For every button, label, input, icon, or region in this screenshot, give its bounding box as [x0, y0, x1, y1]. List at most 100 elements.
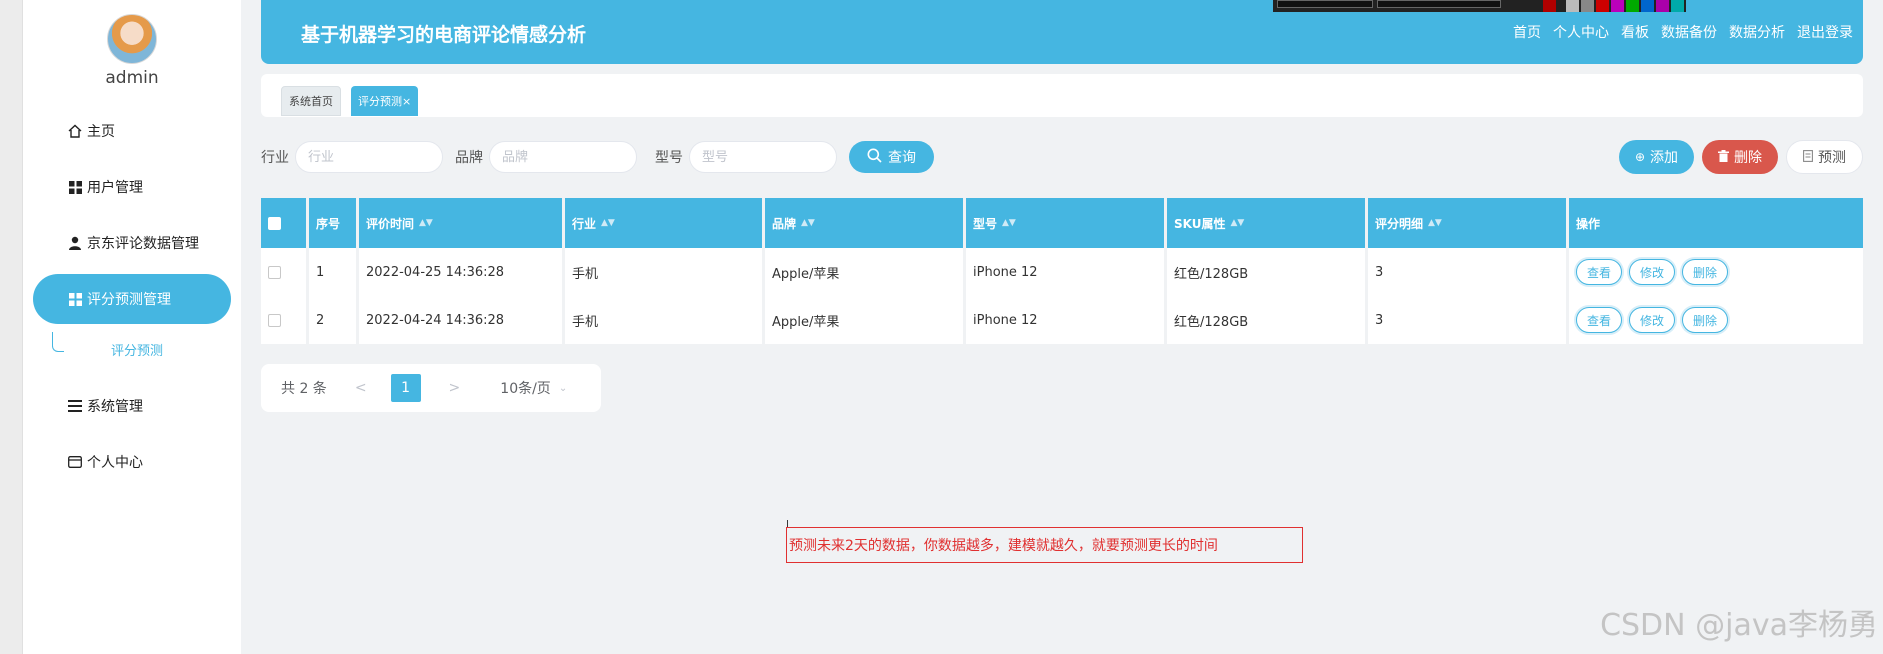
model-input[interactable] — [689, 141, 837, 173]
row-checkbox[interactable] — [268, 313, 281, 327]
watermark: CSDN @java李杨勇 — [1600, 608, 1878, 643]
header-cell[interactable]: 型号 ▲▼ — [966, 198, 1167, 248]
color-swatch[interactable] — [1656, 0, 1669, 12]
sort-icon[interactable]: ▲▼ — [419, 218, 433, 228]
color-swatch[interactable] — [1641, 0, 1654, 12]
header-link-analysis[interactable]: 数据分析 — [1729, 22, 1785, 42]
sort-icon[interactable]: ▲▼ — [1002, 218, 1016, 228]
header-link-logout[interactable]: 退出登录 — [1797, 22, 1853, 42]
sidebar-item-jd-comments[interactable]: 京东评论数据管理 — [33, 218, 231, 268]
edit-button[interactable]: 修改 — [1629, 307, 1676, 333]
header-cell[interactable]: 评价时间 ▲▼ — [359, 198, 565, 248]
sidebar-item-profile[interactable]: 个人中心 — [33, 437, 231, 487]
row-select-cell — [261, 296, 309, 344]
header-label: 型号 — [973, 216, 998, 231]
grid-icon — [67, 179, 83, 195]
cell-no: 1 — [309, 248, 359, 296]
header-cell[interactable]: SKU属性 ▲▼ — [1167, 198, 1368, 248]
model-label: 型号 — [655, 150, 683, 166]
row-delete-button[interactable]: 删除 — [1682, 259, 1729, 285]
sort-icon[interactable]: ▲▼ — [601, 218, 615, 228]
card-icon — [67, 454, 83, 470]
palette-box — [1377, 0, 1501, 8]
row-delete-button[interactable]: 删除 — [1682, 307, 1729, 333]
app-title: 基于机器学习的电商评论情感分析 — [301, 24, 587, 46]
action-buttons: ⊕ 添加 删除 预测 — [1618, 140, 1863, 174]
sort-icon[interactable]: ▲▼ — [1230, 218, 1244, 228]
view-button[interactable]: 查看 — [1576, 307, 1623, 333]
list-icon — [67, 398, 83, 414]
sidebar-item-label: 用户管理 — [87, 180, 143, 196]
palette-box — [1277, 0, 1373, 8]
color-swatch[interactable] — [1566, 0, 1579, 12]
header-link-profile[interactable]: 个人中心 — [1553, 22, 1609, 42]
sort-icon[interactable]: ▲▼ — [1428, 218, 1442, 228]
brand-label: 品牌 — [455, 150, 483, 166]
cell-model: iPhone 12 — [966, 296, 1167, 344]
sidebar-item-label: 系统管理 — [87, 399, 143, 415]
tab-score-prediction[interactable]: 评分预测× — [351, 86, 419, 116]
cell-time: 2022-04-25 14:36:28 — [359, 248, 565, 296]
query-button-label: 查询 — [888, 150, 916, 166]
search-icon — [867, 148, 882, 167]
brand-input[interactable] — [489, 141, 637, 173]
sidebar-subitem-score-prediction[interactable]: 评分预测 — [111, 340, 163, 359]
header-label: 行业 — [572, 216, 597, 231]
pagination: 共 2 条 < 1 > 10条/页 ⌄ — [261, 364, 601, 412]
color-palette-toolbar — [1273, 0, 1686, 12]
data-table: 序号 评价时间 ▲▼ 行业 ▲▼ 品牌 ▲▼ 型号 ▲▼ SKU属性 ▲▼ 评分明细 ▲▼ … — [261, 198, 1863, 344]
sidebar-item-home[interactable]: 主页 — [33, 106, 231, 156]
grid-icon — [67, 291, 83, 307]
view-button[interactable]: 查看 — [1576, 259, 1623, 285]
sort-icon[interactable]: ▲▼ — [801, 218, 815, 228]
color-swatch[interactable] — [1581, 0, 1594, 12]
submenu-connector — [52, 332, 64, 352]
color-swatch[interactable] — [1611, 0, 1624, 12]
color-swatch[interactable] — [1543, 0, 1556, 12]
trash-icon — [1718, 149, 1729, 165]
page-size-select[interactable]: 10条/页 — [500, 378, 551, 398]
window-edge — [0, 0, 23, 654]
add-button[interactable]: ⊕ 添加 — [1618, 140, 1694, 174]
header-link-board[interactable]: 看板 — [1621, 22, 1649, 42]
page-1-button[interactable]: 1 — [390, 374, 421, 402]
header-label: 评价时间 — [366, 216, 415, 231]
industry-input[interactable] — [295, 141, 443, 173]
edit-button[interactable]: 修改 — [1629, 259, 1676, 285]
row-checkbox[interactable] — [268, 265, 281, 279]
header-cell[interactable]: 品牌 ▲▼ — [765, 198, 966, 248]
sidebar-item-system[interactable]: 系统管理 — [33, 381, 231, 431]
select-all-checkbox[interactable] — [268, 216, 281, 230]
prev-page-button[interactable]: < — [355, 380, 367, 396]
search-bar: 行业 品牌 型号 查询 — [261, 140, 934, 174]
cell-score: 3 — [1368, 296, 1569, 344]
cell-model: iPhone 12 — [966, 248, 1167, 296]
color-swatch[interactable] — [1596, 0, 1609, 12]
header-link-home[interactable]: 首页 — [1513, 22, 1541, 42]
header-label: 序号 — [316, 216, 341, 231]
next-page-button[interactable]: > — [449, 380, 461, 396]
table-body: 1 2022-04-25 14:36:28 手机 Apple/苹果 iPhone… — [261, 248, 1863, 344]
header-cell[interactable]: 行业 ▲▼ — [565, 198, 765, 248]
query-button[interactable]: 查询 — [849, 141, 934, 173]
sidebar-item-score-prediction[interactable]: 评分预测管理 — [33, 274, 231, 324]
avatar[interactable] — [107, 14, 157, 64]
delete-button-label: 删除 — [1734, 150, 1762, 166]
cell-sku: 红色/128GB — [1167, 248, 1368, 296]
tab-system-home[interactable]: 系统首页 — [281, 86, 341, 116]
sidebar-item-label: 京东评论数据管理 — [87, 236, 199, 252]
header-label: 评分明细 — [1375, 216, 1424, 231]
color-swatch[interactable] — [1626, 0, 1639, 12]
delete-button[interactable]: 删除 — [1702, 140, 1778, 174]
header-link-backup[interactable]: 数据备份 — [1661, 22, 1717, 42]
document-icon — [1803, 149, 1813, 165]
predict-button[interactable]: 预测 — [1786, 140, 1863, 174]
table-row: 1 2022-04-25 14:36:28 手机 Apple/苹果 iPhone… — [261, 248, 1863, 296]
pagination-total: 共 2 条 — [281, 381, 327, 397]
header-cell[interactable]: 评分明细 ▲▼ — [1368, 198, 1569, 248]
cell-brand: Apple/苹果 — [765, 296, 966, 344]
color-swatch[interactable] — [1671, 0, 1684, 12]
chevron-down-icon[interactable]: ⌄ — [559, 383, 567, 394]
sidebar: admin 主页 用户管理 京东评论数据管理 评分预测管理 评分预测 系统管理 — [23, 0, 241, 654]
sidebar-item-users[interactable]: 用户管理 — [33, 162, 231, 212]
